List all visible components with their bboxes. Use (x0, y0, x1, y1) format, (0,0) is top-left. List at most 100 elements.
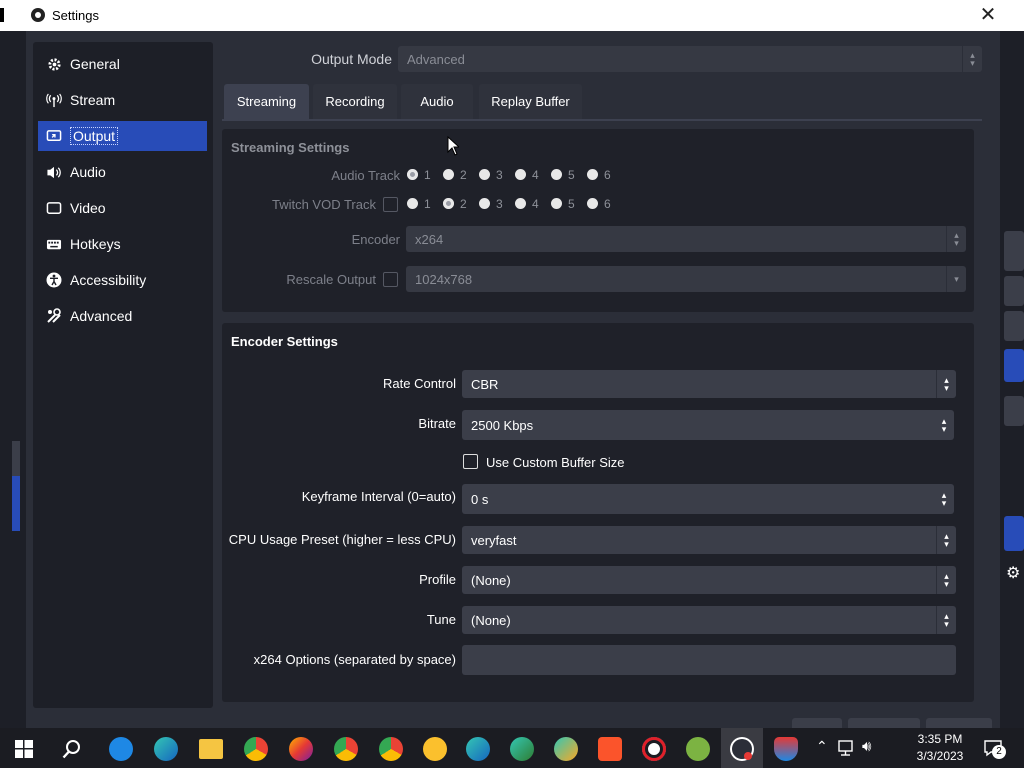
sidebar-item-advanced[interactable]: Advanced (38, 301, 207, 331)
internet-explorer-icon[interactable] (109, 737, 133, 761)
rate-control-value: CBR (471, 376, 499, 392)
rate-control-select[interactable]: CBR ▴ ▾ (462, 370, 956, 398)
sidebar-item-label: Video (70, 200, 106, 216)
keyframe-interval-spinbox[interactable]: 0 s ▴ ▾ (462, 484, 954, 514)
search-icon[interactable] (62, 739, 82, 759)
settings-sidebar: General Stream Output Audio Video Hotkey… (33, 42, 213, 708)
audio-track-label: Audio Track (331, 168, 400, 183)
audio-track-radio-1[interactable] (407, 169, 418, 180)
sidebar-item-video[interactable]: Video (38, 193, 207, 223)
bitrate-label: Bitrate (418, 416, 456, 431)
twitch-vod-radio-2[interactable] (443, 198, 454, 209)
chrome-canary-icon[interactable] (423, 737, 447, 761)
tab-label: Recording (325, 94, 385, 109)
background-panel (12, 441, 20, 481)
brave-icon[interactable] (598, 737, 622, 761)
cancel-button[interactable] (848, 718, 920, 728)
vpn-shield-icon[interactable] (774, 737, 798, 761)
twitch-vod-radio-4[interactable] (515, 198, 526, 209)
accessibility-icon (46, 272, 62, 288)
edge-icon[interactable] (154, 737, 178, 761)
twitch-vod-number: 2 (460, 197, 467, 211)
audio-track-radio-6[interactable] (587, 169, 598, 180)
custom-buffer-checkbox[interactable] (463, 454, 478, 469)
twitch-vod-radio-1[interactable] (407, 198, 418, 209)
edge-beta-icon[interactable] (466, 737, 490, 761)
clock-time[interactable]: 3:35 PM (906, 732, 974, 746)
rescale-output-value: 1024x768 (415, 271, 473, 287)
twitch-vod-radio-6[interactable] (587, 198, 598, 209)
select-arrows-icon: ▴ ▾ (962, 46, 982, 72)
volume-icon[interactable]: 🔊︎ (862, 738, 871, 755)
encoder-select[interactable]: x264 ▴ ▾ (406, 226, 966, 252)
spin-arrows-icon[interactable]: ▴ ▾ (934, 410, 954, 440)
mouse-cursor-icon (447, 136, 459, 156)
sidebar-item-stream[interactable]: Stream (38, 85, 207, 115)
audio-track-number: 1 (424, 168, 431, 182)
file-explorer-icon[interactable] (199, 739, 223, 759)
audio-track-radio-2[interactable] (443, 169, 454, 180)
chrome-icon[interactable] (244, 737, 268, 761)
opera-icon[interactable] (642, 737, 666, 761)
background-panel (1004, 231, 1024, 271)
rescale-output-select[interactable]: 1024x768 ▾ (406, 266, 966, 292)
chrome-beta-icon[interactable] (334, 737, 358, 761)
audio-track-radio-3[interactable] (479, 169, 490, 180)
profile-label: Profile (419, 572, 456, 587)
tab-audio[interactable]: Audio (401, 84, 473, 119)
clock-date[interactable]: 3/3/2023 (906, 749, 974, 763)
tab-streaming[interactable]: Streaming (224, 84, 309, 119)
ok-button[interactable] (792, 718, 842, 728)
audio-track-radio-5[interactable] (551, 169, 562, 180)
firefox-icon[interactable] (289, 737, 313, 761)
audio-track-number: 5 (568, 168, 575, 182)
sidebar-item-general[interactable]: General (38, 49, 207, 79)
x264-options-input[interactable] (462, 645, 956, 675)
twitch-vod-radio-5[interactable] (551, 198, 562, 209)
twitch-vod-radio-3[interactable] (479, 198, 490, 209)
sidebar-item-label: Advanced (70, 308, 133, 324)
app-icon[interactable] (686, 737, 710, 761)
apply-button[interactable] (926, 718, 992, 728)
edge-dev-icon[interactable] (510, 737, 534, 761)
output-mode-select[interactable]: Advanced ▴ ▾ (398, 46, 982, 72)
output-icon (46, 128, 62, 144)
windows-start-icon[interactable] (15, 740, 33, 758)
tab-recording[interactable]: Recording (313, 84, 397, 119)
background-app-right: ⚙ (1000, 31, 1024, 728)
tab-replay-buffer[interactable]: Replay Buffer (479, 84, 582, 119)
tune-select[interactable]: (None) ▴ ▾ (462, 606, 956, 634)
network-icon[interactable] (837, 739, 855, 757)
twitch-vod-checkbox[interactable] (383, 197, 398, 212)
audio-track-number: 3 (496, 168, 503, 182)
sidebar-item-label: Accessibility (70, 272, 147, 288)
window-title: Settings (52, 8, 99, 23)
monitor-icon (46, 200, 62, 216)
twitch-vod-number: 4 (532, 197, 539, 211)
sidebar-item-label: Audio (70, 164, 106, 180)
sidebar-item-accessibility[interactable]: Accessibility (38, 265, 207, 295)
close-button[interactable]: ✕ (976, 3, 1000, 27)
background-highlight (12, 476, 20, 531)
profile-value: (None) (471, 572, 511, 588)
chrome-dev-icon[interactable] (379, 737, 403, 761)
profile-select[interactable]: (None) ▴ ▾ (462, 566, 956, 594)
audio-track-radio-4[interactable] (515, 169, 526, 180)
x264-options-label: x264 Options (separated by space) (253, 652, 456, 667)
sidebar-item-audio[interactable]: Audio (38, 157, 207, 187)
cpu-preset-select[interactable]: veryfast ▴ ▾ (462, 526, 956, 554)
bitrate-spinbox[interactable]: 2500 Kbps ▴ ▾ (462, 410, 954, 440)
sidebar-item-output[interactable]: Output (38, 121, 207, 151)
tune-value: (None) (471, 612, 511, 628)
title-bar: Settings ✕ (0, 0, 1024, 31)
background-highlight (1004, 349, 1024, 382)
background-highlight (1004, 516, 1024, 551)
chevron-up-icon[interactable]: ⌃ (816, 738, 828, 755)
spin-arrows-icon[interactable]: ▴ ▾ (934, 484, 954, 514)
sidebar-item-hotkeys[interactable]: Hotkeys (38, 229, 207, 259)
select-arrows-icon: ▴ ▾ (936, 370, 956, 398)
rescale-output-checkbox[interactable] (383, 272, 398, 287)
broadcast-icon (46, 92, 62, 108)
edge-canary-icon[interactable] (554, 737, 578, 761)
sidebar-item-label: Output (70, 127, 119, 145)
